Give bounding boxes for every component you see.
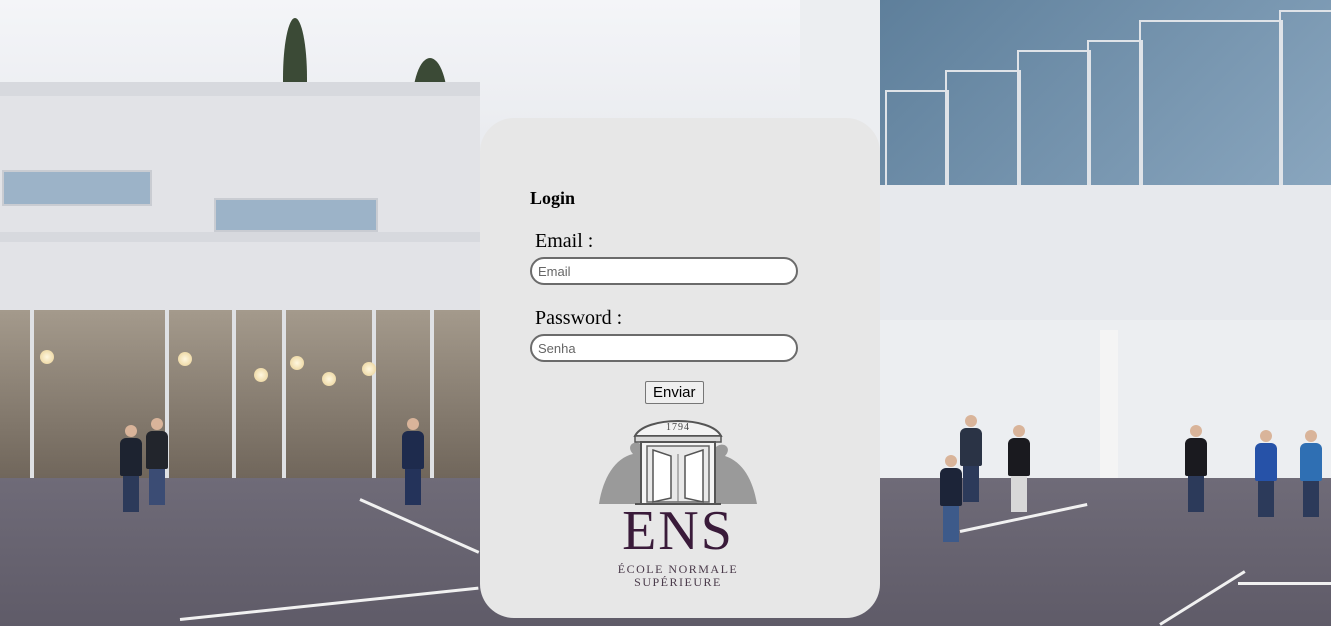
password-label: Password : bbox=[535, 307, 623, 329]
child-figure bbox=[1185, 425, 1207, 512]
ens-logo: 1794 ENS ÉCOLE NORMALE SUPÉRIEURE bbox=[595, 418, 761, 590]
child-figure bbox=[146, 418, 168, 505]
email-label: Email : bbox=[535, 230, 594, 252]
child-figure bbox=[1300, 430, 1322, 517]
child-figure bbox=[1255, 430, 1277, 517]
submit-button[interactable]: Enviar bbox=[645, 381, 704, 404]
logo-acronym: ENS bbox=[622, 500, 734, 562]
email-input[interactable] bbox=[530, 257, 798, 285]
child-figure bbox=[1008, 425, 1030, 512]
logo-line-2: SUPÉRIEURE bbox=[634, 575, 722, 589]
login-title: Login bbox=[530, 188, 576, 208]
child-figure bbox=[402, 418, 424, 505]
child-figure bbox=[940, 455, 962, 542]
child-figure bbox=[960, 415, 982, 502]
password-input[interactable] bbox=[530, 334, 798, 362]
child-figure bbox=[120, 425, 142, 512]
logo-year: 1794 bbox=[666, 422, 690, 433]
login-card: Login Email : Password : Enviar 1794 ENS… bbox=[480, 118, 880, 618]
